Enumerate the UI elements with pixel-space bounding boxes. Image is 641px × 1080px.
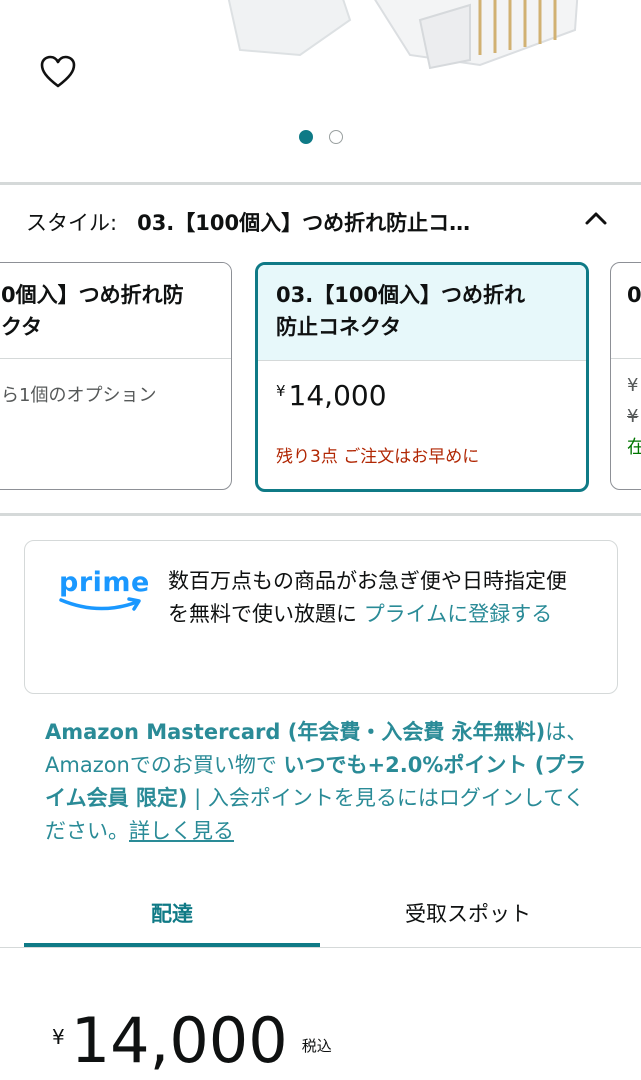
style-selector-header[interactable]: スタイル: 03.【100個入】つめ折れ防止コ… xyxy=(26,205,616,239)
tax-included-label: 税込 xyxy=(301,1037,332,1055)
style-label: スタイル: xyxy=(26,211,118,235)
style-option-title: 0個入】つめ折れ防 クタ xyxy=(0,263,231,359)
product-image xyxy=(180,0,600,90)
favorite-button[interactable] xyxy=(38,52,78,92)
pagination-dot-active[interactable] xyxy=(298,130,313,144)
style-option-price: ¥ xyxy=(627,375,639,396)
style-option-subtext: ら1個のオプション xyxy=(1,385,157,406)
section-divider xyxy=(0,513,641,516)
style-option-title: 0 xyxy=(611,263,641,359)
style-option-card[interactable]: 0個入】つめ折れ防 クタ ら1個のオプション xyxy=(0,262,232,490)
currency-symbol: ¥ xyxy=(52,1025,65,1049)
price-amount: 14,000 xyxy=(70,1004,288,1077)
style-option-price: ¥ 14,000 xyxy=(276,379,568,412)
section-divider xyxy=(0,182,641,185)
style-option-list-price: ¥ xyxy=(627,406,639,427)
prime-promo-box[interactable]: prime 数百万点もの商品がお急ぎ便や日時指定便を無料で使い放題に プライムに… xyxy=(24,540,618,694)
prime-smile-icon xyxy=(59,597,141,611)
prime-logo: prime xyxy=(59,567,150,621)
heart-outline-icon xyxy=(40,55,76,88)
prime-logo-text: prime xyxy=(59,567,150,598)
mastercard-name: Amazon Mastercard (年会費・入会費 永年無料) xyxy=(45,720,546,744)
tab-pickup-spot[interactable]: 受取スポット xyxy=(320,880,616,946)
prime-promo-text: 数百万点もの商品がお急ぎ便や日時指定便を無料で使い放題に プライムに登録する xyxy=(168,565,578,631)
stock-warning: 残り3点 ご注文はお早めに xyxy=(276,447,480,467)
collapse-button[interactable] xyxy=(578,200,614,236)
price-amount: 14,000 xyxy=(288,379,387,412)
mastercard-more-link[interactable]: 詳しく見る xyxy=(129,819,234,843)
tab-delivery[interactable]: 配達 xyxy=(24,880,320,946)
style-option-card-selected[interactable]: 03.【100個入】つめ折れ 防止コネクタ ¥ 14,000 残り3点 ご注文は… xyxy=(255,262,589,492)
pagination-dot[interactable] xyxy=(328,130,343,144)
style-options-carousel[interactable]: 0個入】つめ折れ防 クタ ら1個のオプション 03.【100個入】つめ折れ 防止… xyxy=(0,262,641,492)
active-tab-indicator xyxy=(24,943,320,947)
style-option-title: 03.【100個入】つめ折れ 防止コネクタ xyxy=(258,265,586,361)
style-option-stock: 在 xyxy=(627,433,641,459)
delivery-tabs: 配達 受取スポット xyxy=(0,880,641,948)
style-selected-value: 03.【100個入】つめ折れ防止コ… xyxy=(137,211,471,235)
product-price: ¥ 14,000 税込 xyxy=(52,1005,332,1077)
prime-signup-link[interactable]: プライムに登録する xyxy=(364,602,553,626)
mastercard-promo[interactable]: Amazon Mastercard (年会費・入会費 永年無料)は、Amazon… xyxy=(45,716,605,848)
gallery-pagination xyxy=(0,130,641,144)
chevron-up-icon xyxy=(585,212,607,225)
currency-symbol: ¥ xyxy=(276,382,286,400)
product-image-gallery[interactable] xyxy=(0,0,641,182)
style-option-card[interactable]: 0 ¥ ¥ 在 xyxy=(610,262,641,490)
